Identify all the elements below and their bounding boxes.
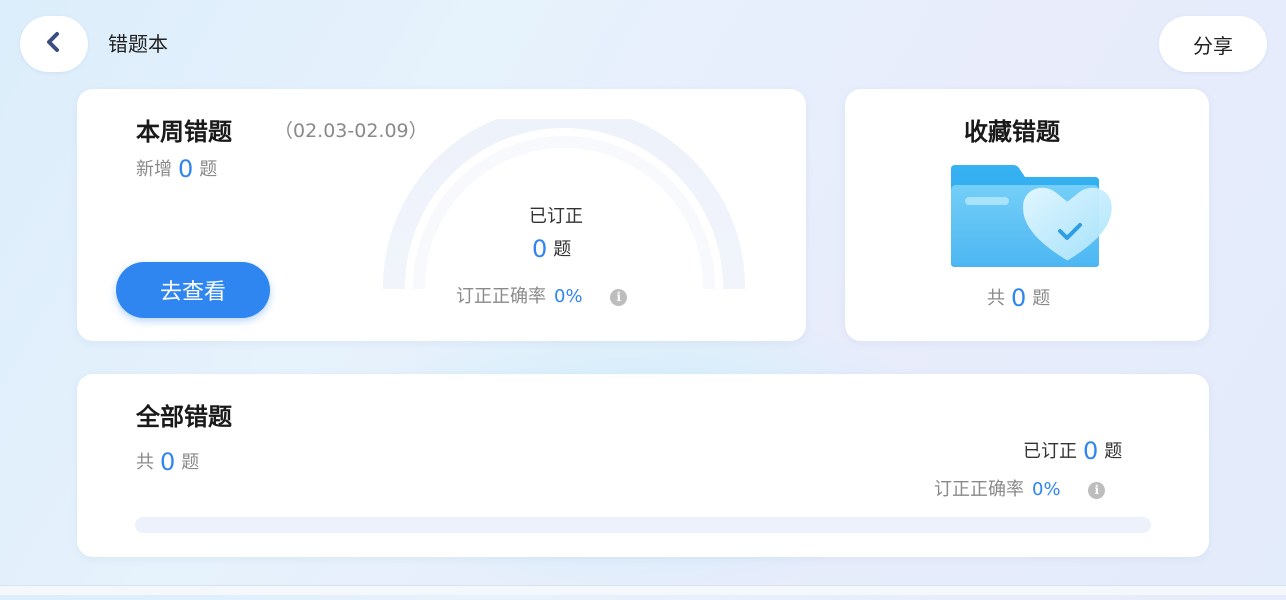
favorites-total-number: 0 (1011, 284, 1027, 312)
all-total-prefix: 共 (136, 452, 154, 473)
share-button[interactable]: 分享 (1159, 16, 1267, 72)
gauge-corrected-number: 0 (532, 235, 548, 263)
weekly-title: 本周错题 (136, 118, 232, 146)
favorite-mistakes-card[interactable]: 收藏错题 共0题 (845, 89, 1209, 341)
all-corrected-number: 0 (1083, 437, 1099, 465)
gauge-corrected-label: 已订正 (529, 206, 583, 227)
gauge-accuracy-label: 订正正确率 (456, 286, 546, 307)
chevron-left-icon (44, 31, 64, 57)
all-title: 全部错题 (136, 403, 232, 431)
all-accuracy: 订正正确率 0% i (934, 479, 1106, 501)
correction-gauge (383, 119, 745, 289)
all-corrected-label: 已订正 (1023, 441, 1077, 462)
favorites-total: 共0题 (987, 284, 1051, 312)
favorites-total-unit: 题 (1032, 288, 1051, 309)
view-weekly-button[interactable]: 去查看 (116, 262, 270, 318)
weekly-new-number: 0 (178, 155, 194, 183)
weekly-new-unit: 题 (199, 159, 218, 180)
gauge-corrected-count: 0题 (532, 235, 572, 263)
all-corrected-unit: 题 (1104, 441, 1123, 462)
all-accuracy-value: 0% (1032, 479, 1061, 500)
all-total-unit: 题 (181, 452, 200, 473)
weekly-new-prefix: 新增 (136, 159, 172, 180)
folder-heart-icon (951, 165, 1112, 267)
weekly-mistakes-card: 本周错题 （02.03-02.09） 新增 0 题 去查看 已订正 0题 订正正确率… (77, 89, 806, 341)
weekly-new-count: 新增 0 题 (136, 155, 218, 183)
all-total-number: 0 (160, 448, 176, 476)
info-icon[interactable]: i (1088, 482, 1106, 499)
gauge-corrected-unit: 题 (553, 239, 572, 260)
back-button[interactable] (20, 16, 88, 72)
correction-progress-bar (135, 517, 1151, 533)
page-title: 错题本 (108, 32, 168, 56)
gauge-accuracy-value: 0% (554, 286, 583, 307)
all-mistakes-card[interactable]: 全部错题 共0题 已订正 0 题 订正正确率 0% i (77, 374, 1209, 557)
info-icon[interactable]: i (610, 289, 628, 306)
all-accuracy-label: 订正正确率 (934, 479, 1024, 500)
all-corrected: 已订正 0 题 (1023, 437, 1123, 465)
gauge-accuracy: 订正正确率 0% i (456, 286, 628, 308)
all-total: 共0题 (136, 448, 200, 476)
favorites-total-prefix: 共 (987, 288, 1005, 309)
favorites-title: 收藏错题 (964, 118, 1060, 146)
